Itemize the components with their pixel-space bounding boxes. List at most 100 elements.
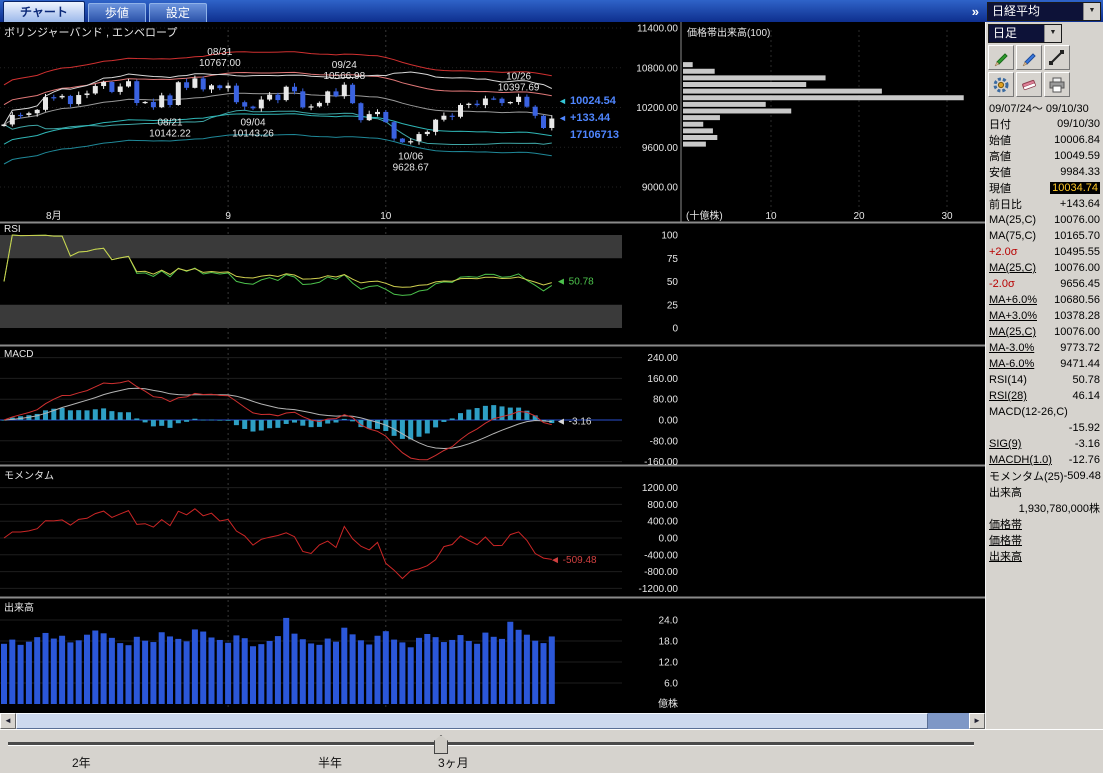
zoom-slider-handle[interactable] [434, 735, 448, 754]
indicator-row: モメンタム(25)-509.48 [986, 468, 1103, 484]
chart-settings-button[interactable] [988, 72, 1014, 97]
svg-text:50: 50 [667, 277, 679, 288]
indicator-row: MACD(12-26,C) [986, 404, 1103, 420]
scroll-right-icon[interactable]: ► [969, 713, 985, 729]
svg-text:11400.00: 11400.00 [637, 24, 678, 35]
svg-text:6.0: 6.0 [664, 679, 678, 690]
range-option-6m[interactable]: 半年 [318, 754, 342, 771]
printer-icon [1048, 76, 1066, 94]
svg-text:◄ -3.16: ◄ -3.16 [556, 416, 592, 427]
print-button[interactable] [1044, 72, 1070, 97]
svg-text:0.00: 0.00 [659, 416, 679, 427]
svg-text:80.00: 80.00 [653, 395, 678, 406]
zoom-slider-track[interactable] [8, 742, 974, 746]
indicator-row[interactable]: 価格帯 [986, 532, 1103, 548]
svg-text:-1200.00: -1200.00 [639, 584, 679, 595]
svg-text:9000.00: 9000.00 [642, 183, 679, 194]
indicator-row[interactable]: MA-6.0%9471.44 [986, 356, 1103, 372]
svg-text:09/24: 09/24 [332, 60, 357, 71]
svg-text:1200.00: 1200.00 [642, 483, 679, 494]
indicator-row[interactable]: MA(25,C)10076.00 [986, 324, 1103, 340]
scroll-left-icon[interactable]: ◄ [0, 713, 16, 729]
indicator-row: 高値10049.59 [986, 148, 1103, 164]
svg-text:◄ 50.78: ◄ 50.78 [556, 276, 594, 287]
svg-text:10/06: 10/06 [398, 151, 423, 162]
svg-text:モメンタム: モメンタム [4, 470, 54, 482]
range-option-2y[interactable]: 2年 [72, 754, 91, 771]
timeframe-select[interactable]: 日足 ▼ [988, 24, 1062, 43]
indicator-row[interactable]: MA+3.0%10378.28 [986, 308, 1103, 324]
svg-text:-160.00: -160.00 [644, 457, 678, 468]
svg-text:10024.54: 10024.54 [570, 95, 617, 107]
svg-text:0: 0 [672, 324, 678, 335]
svg-text:160.00: 160.00 [647, 374, 678, 385]
indicator-table: 09/07/24～ 09/10/30日付09/10/30始値10006.84高値… [986, 100, 1103, 564]
svg-text:出来高: 出来高 [4, 601, 34, 614]
tab-chart[interactable]: チャート [3, 1, 85, 22]
draw-pencil-green-button[interactable] [988, 45, 1014, 70]
tab-settings[interactable]: 設定 [149, 3, 207, 22]
indicator-row: MA(75,C)10165.70 [986, 228, 1103, 244]
svg-text:10397.69: 10397.69 [498, 82, 540, 93]
svg-text:10: 10 [765, 211, 777, 222]
indicator-row: 日付09/10/30 [986, 116, 1103, 132]
svg-text:◄ -509.48: ◄ -509.48 [550, 555, 597, 566]
indicator-row[interactable]: MA-3.0%9773.72 [986, 340, 1103, 356]
range-option-3m[interactable]: 3ヶ月 [438, 754, 469, 771]
indicator-row: 安値9984.33 [986, 164, 1103, 180]
indicator-row: +2.0σ10495.55 [986, 244, 1103, 260]
svg-text:◄: ◄ [558, 113, 567, 123]
svg-text:10142.22: 10142.22 [149, 128, 191, 139]
svg-text:75: 75 [667, 254, 679, 265]
chevron-down-icon[interactable]: ▼ [1044, 25, 1061, 42]
pencil-green-icon [992, 49, 1010, 67]
indicator-row[interactable]: MA+6.0%10680.56 [986, 292, 1103, 308]
horizontal-scrollbar[interactable]: ◄ ► [0, 713, 985, 729]
indicator-row: RSI(14)50.78 [986, 372, 1103, 388]
indicator-row[interactable]: RSI(28)46.14 [986, 388, 1103, 404]
svg-text:18.0: 18.0 [659, 637, 679, 648]
svg-text:-800.00: -800.00 [644, 567, 678, 578]
eraser-tool-button[interactable] [1016, 72, 1042, 97]
svg-text:価格帯出来高(100): 価格帯出来高(100) [687, 26, 770, 39]
indicator-row: 前日比+143.64 [986, 196, 1103, 212]
indicator-row: -15.92 [986, 420, 1103, 436]
tab-tick[interactable]: 歩値 [88, 3, 146, 22]
charts-canvas[interactable]: 11400.0010800.0010200.009600.009000.008月… [0, 22, 985, 713]
svg-text:08/21: 08/21 [157, 117, 182, 128]
chart-area: 11400.0010800.0010200.009600.009000.008月… [0, 22, 985, 729]
period-row: 09/07/24～ 09/10/30 [986, 100, 1103, 116]
svg-text:17106713: 17106713 [570, 129, 619, 141]
svg-text:9: 9 [225, 211, 231, 222]
indicator-row[interactable]: SIG(9)-3.16 [986, 436, 1103, 452]
svg-text:(十億株): (十億株) [686, 209, 723, 222]
gear-icon [992, 76, 1010, 94]
symbol-select[interactable]: 日経平均 ▼ [987, 2, 1101, 21]
trendline-tool-button[interactable] [1044, 45, 1070, 70]
indicator-row[interactable]: MA(25,C)10076.00 [986, 260, 1103, 276]
indicator-row[interactable]: 価格帯 [986, 516, 1103, 532]
indicator-row: 現値10034.74 [986, 180, 1103, 196]
draw-pencil-blue-button[interactable] [1016, 45, 1042, 70]
indicator-row[interactable]: 出来高 [986, 548, 1103, 564]
svg-text:240.00: 240.00 [647, 353, 678, 364]
svg-text:+133.44: +133.44 [570, 112, 611, 124]
svg-text:10: 10 [380, 211, 392, 222]
title-bar: チャート 歩値 設定 » 日経平均 ▼ [0, 0, 1103, 22]
zoom-slider-bar: 2年 半年 3ヶ月 [0, 729, 1103, 773]
chevron-down-icon[interactable]: ▼ [1083, 3, 1100, 20]
indicator-row: -2.0σ9656.45 [986, 276, 1103, 292]
svg-text:8月: 8月 [46, 210, 62, 222]
svg-text:10/26: 10/26 [506, 71, 531, 82]
svg-text:RSI: RSI [4, 224, 21, 235]
indicator-row[interactable]: MACDH(1.0)-12.76 [986, 452, 1103, 468]
expand-panel-icon[interactable]: » [964, 4, 987, 19]
scrollbar-thumb[interactable] [16, 713, 928, 729]
indicator-row: 出来高 [986, 484, 1103, 500]
svg-text:24.0: 24.0 [659, 616, 679, 627]
indicator-row: 1,930,780,000株 [986, 500, 1103, 516]
symbol-select-value: 日経平均 [988, 3, 1083, 20]
sidebar: 日足 ▼ 09/07/24～ 09/10/30日付09/10/30始値10006… [985, 22, 1103, 729]
svg-text:0.00: 0.00 [659, 534, 679, 545]
indicator-row: MA(25,C)10076.00 [986, 212, 1103, 228]
